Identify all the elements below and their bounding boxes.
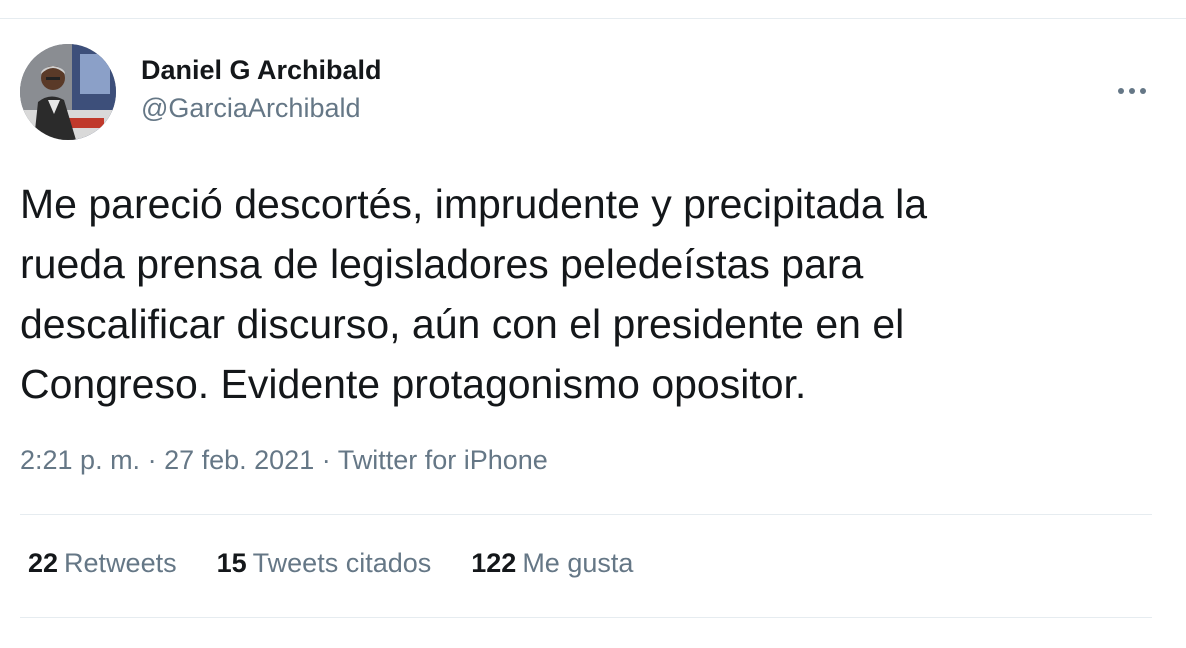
- retweets-count: 22: [28, 548, 59, 578]
- tweet-stats: 22 Retweets 15 Tweets citados 122 Me gusta: [28, 548, 673, 579]
- retweets-stat[interactable]: 22 Retweets: [28, 548, 177, 579]
- meta-separator: ·: [314, 445, 338, 475]
- retweets-label: Retweets: [64, 548, 177, 578]
- author-handle[interactable]: @GarciaArchibald: [141, 93, 361, 124]
- quotes-label: Tweets citados: [252, 548, 432, 578]
- tweet-source[interactable]: Twitter for iPhone: [338, 445, 548, 475]
- top-divider: [0, 18, 1186, 19]
- meta-separator: ·: [140, 445, 165, 475]
- likes-label: Me gusta: [522, 548, 634, 578]
- more-options-button[interactable]: [1112, 74, 1152, 108]
- tweet-card: Daniel G Archibald @GarciaArchibald Me p…: [0, 0, 1186, 648]
- author-name[interactable]: Daniel G Archibald: [141, 55, 382, 86]
- stats-divider: [20, 617, 1152, 618]
- tweet-text-line: descalificar discurso, aún con el presid…: [20, 301, 905, 347]
- tweet-time[interactable]: 2:21 p. m.: [20, 445, 140, 475]
- likes-count: 122: [471, 548, 517, 578]
- more-options-icon: [1118, 88, 1146, 94]
- meta-divider: [20, 514, 1152, 515]
- tweet-meta: 2:21 p. m. · 27 feb. 2021 · Twitter for …: [20, 445, 548, 476]
- avatar[interactable]: [20, 44, 116, 140]
- tweet-text: Me pareció descortés, imprudente y preci…: [20, 174, 1130, 414]
- avatar-photo: [20, 44, 116, 140]
- tweet-text-line: rueda prensa de legisladores peledeístas…: [20, 241, 864, 287]
- tweet-text-line: Me pareció descortés, imprudente y preci…: [20, 181, 928, 227]
- quotes-count: 15: [216, 548, 247, 578]
- quote-tweets-stat[interactable]: 15 Tweets citados: [217, 548, 432, 579]
- tweet-date[interactable]: 27 feb. 2021: [164, 445, 314, 475]
- likes-stat[interactable]: 122 Me gusta: [471, 548, 633, 579]
- tweet-text-line: Congreso. Evidente protagonismo opositor…: [20, 361, 807, 407]
